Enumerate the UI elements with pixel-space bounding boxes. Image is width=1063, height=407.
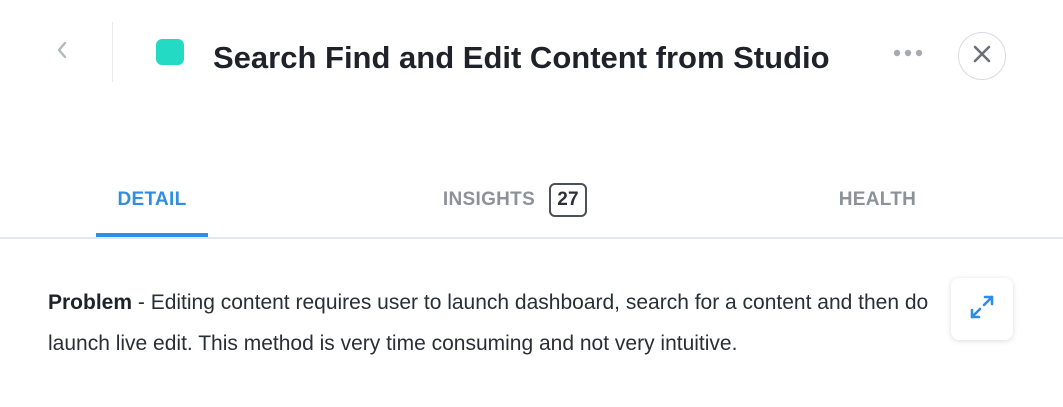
problem-label: Problem [48,291,133,314]
problem-description: Problem - Editing content requires user … [48,282,938,364]
close-button[interactable] [958,32,1006,80]
more-options-button[interactable] [888,38,928,68]
header-divider [112,22,113,82]
tab-health[interactable]: HEALTH [810,160,945,240]
tab-insights-label: INSIGHTS [442,189,536,210]
more-horizontal-icon [893,44,923,62]
expand-icon [968,293,996,326]
active-tab-indicator [96,233,208,237]
back-button[interactable] [44,34,80,70]
insights-count-badge: 27 [549,183,588,217]
problem-separator: - [132,291,151,314]
problem-text: Editing content requires user to launch … [48,291,929,355]
close-icon [973,45,991,68]
tab-health-label: HEALTH [838,189,917,210]
color-swatch [156,39,184,65]
tab-insights[interactable]: INSIGHTS 27 [400,160,630,240]
chevron-left-icon [55,39,69,66]
tab-detail-label: DETAIL [117,189,187,210]
tabs-divider [0,237,1063,239]
page-title: Search Find and Edit Content from Studio [213,40,830,75]
expand-button[interactable] [951,278,1013,340]
tab-bar: DETAIL INSIGHTS 27 HEALTH [0,160,1063,240]
tab-detail[interactable]: DETAIL [96,160,208,240]
